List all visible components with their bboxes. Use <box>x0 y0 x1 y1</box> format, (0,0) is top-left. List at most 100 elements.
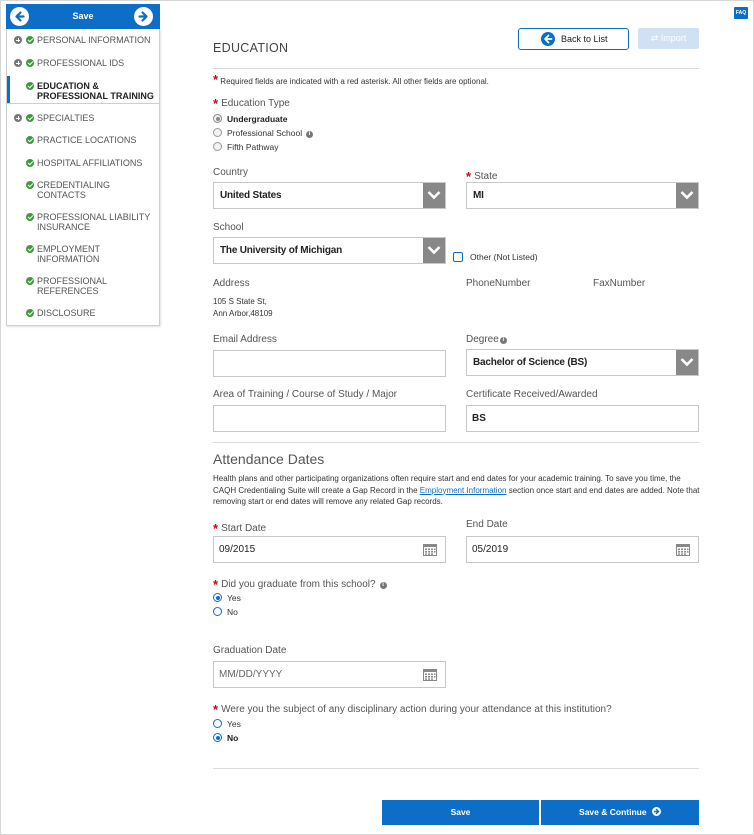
info-icon[interactable]: i <box>379 582 387 589</box>
degree-select[interactable]: Bachelor of Science (BS) <box>466 349 699 376</box>
area-label: Area of Training / Course of Study / Maj… <box>213 389 397 400</box>
expand-icon[interactable] <box>14 36 22 44</box>
education-type-option-label: Undergraduate <box>227 114 288 124</box>
chevron-down-icon[interactable] <box>423 238 445 263</box>
chevron-down-icon[interactable] <box>676 350 698 375</box>
sidebar-item-label: EMPLOYMENT INFORMATION <box>37 244 100 264</box>
previous-arrow-icon[interactable] <box>10 7 29 26</box>
import-button[interactable]: ⇄ Import <box>638 28 699 49</box>
graduation-date-label: Graduation Date <box>213 645 287 656</box>
calendar-icon[interactable] <box>423 668 437 681</box>
certificate-value: BS <box>472 413 486 424</box>
education-type-radio-professional[interactable] <box>213 128 222 137</box>
sidebar-item-label: CREDENTIALING CONTACTS <box>37 180 111 200</box>
chevron-down-icon[interactable] <box>423 183 445 208</box>
divider <box>213 442 699 443</box>
required-asterisk: * <box>213 72 219 87</box>
sidebar-item-label: PROFESSIONAL LIABILITY INSURANCE <box>37 212 151 232</box>
page-title: EDUCATION <box>213 41 289 55</box>
faq-button[interactable]: FAQ <box>734 7 748 19</box>
save-button[interactable]: Save <box>382 800 539 825</box>
address-line1: 105 S State St, <box>213 297 267 306</box>
required-asterisk: * <box>213 577 219 592</box>
end-date-field[interactable]: 05/2019 <box>466 536 699 563</box>
required-asterisk: * <box>213 702 219 717</box>
calendar-icon[interactable] <box>423 543 437 556</box>
disciplinary-radio-no[interactable] <box>213 733 222 742</box>
education-type-radio-undergraduate[interactable] <box>213 114 222 123</box>
education-type-radio-fifth-pathway[interactable] <box>213 142 222 151</box>
state-value: MI <box>473 190 484 201</box>
back-to-list-label: Back to List <box>561 34 608 44</box>
phone-label: PhoneNumber <box>466 278 531 289</box>
start-date-field[interactable]: 09/2015 <box>213 536 446 563</box>
save-and-continue-button[interactable]: Save & Continue <box>541 800 699 825</box>
required-asterisk: * <box>213 96 219 111</box>
education-type-option-label: Professional School <box>227 128 303 138</box>
state-select[interactable]: MI <box>466 182 699 209</box>
attendance-paragraph: Health plans and other participating org… <box>213 473 703 508</box>
disciplinary-radio-yes[interactable] <box>213 719 222 728</box>
end-date-label: End Date <box>466 519 508 530</box>
top-save-button[interactable]: Save <box>36 4 130 29</box>
check-circle-icon <box>26 114 34 122</box>
country-label: Country <box>213 167 249 178</box>
disciplinary-option-no: No <box>227 733 239 743</box>
fax-label: FaxNumber <box>593 278 646 289</box>
degree-label: Degree i <box>466 334 507 345</box>
check-circle-icon <box>26 245 34 253</box>
check-circle-icon <box>26 213 34 221</box>
other-not-listed-checkbox[interactable] <box>453 252 463 262</box>
email-label: Email Address <box>213 334 277 345</box>
info-icon[interactable]: i <box>499 337 507 344</box>
country-value: United States <box>220 190 282 201</box>
info-icon[interactable]: i <box>306 131 314 138</box>
start-date-label-text: Start Date <box>221 523 267 534</box>
sidebar-item-label: HOSPITAL AFFILIATIONS <box>37 158 143 168</box>
end-date-value: 05/2019 <box>472 544 509 555</box>
required-note: * Required fields are indicated with a r… <box>213 72 489 87</box>
sidebar-nav: PERSONAL INFORMATION PROFESSIONAL IDS ED… <box>6 29 160 326</box>
divider <box>213 768 699 769</box>
address-label: Address <box>213 278 250 289</box>
next-arrow-icon[interactable] <box>134 7 153 26</box>
certificate-label: Certificate Received/Awarded <box>466 389 598 400</box>
school-select[interactable]: The University of Michigan <box>213 237 446 264</box>
country-select[interactable]: United States <box>213 182 446 209</box>
check-circle-icon <box>26 181 34 189</box>
graduated-label: * Did you graduate from this school? i <box>213 575 387 592</box>
back-to-list-button[interactable]: Back to List <box>518 28 629 50</box>
calendar-icon[interactable] <box>676 543 690 556</box>
sidebar-item-label: PERSONAL INFORMATION <box>37 35 151 45</box>
certificate-field[interactable]: BS <box>466 405 699 432</box>
graduated-radio-yes[interactable] <box>213 593 222 602</box>
state-label: * State <box>466 167 498 184</box>
graduation-date-field[interactable]: MM/DD/YYYY <box>213 661 446 688</box>
education-type-option-professional: Professional School i <box>227 128 314 138</box>
address-line2: Ann Arbor,48109 <box>213 309 273 318</box>
area-field[interactable] <box>213 405 446 432</box>
disciplinary-label: * Were you the subject of any disciplinar… <box>213 700 612 717</box>
start-date-label: * Start Date <box>213 519 267 536</box>
expand-icon[interactable] <box>14 114 22 122</box>
school-value: The University of Michigan <box>220 245 343 256</box>
expand-icon[interactable] <box>14 59 22 67</box>
email-field[interactable] <box>213 350 446 377</box>
check-circle-icon <box>26 36 34 44</box>
state-label-text: State <box>474 171 498 182</box>
graduated-label-text: Did you graduate from this school? <box>221 579 376 590</box>
chevron-down-icon[interactable] <box>676 183 698 208</box>
sidebar-item-label: PROFESSIONAL REFERENCES <box>37 276 107 296</box>
disciplinary-label-text: Were you the subject of any disciplinary… <box>221 704 612 715</box>
graduation-date-placeholder: MM/DD/YYYY <box>219 669 283 680</box>
sidebar-item-label: EDUCATION & PROFESSIONAL TRAINING <box>37 81 154 101</box>
graduated-option-yes: Yes <box>227 593 241 603</box>
graduated-radio-no[interactable] <box>213 607 222 616</box>
start-date-value: 09/2015 <box>219 544 256 555</box>
employment-information-link[interactable]: Employment Information <box>420 486 507 495</box>
required-note-text: Required fields are indicated with a red… <box>220 77 489 86</box>
page-frame: Save PERSONAL INFORMATION PROFESSIONAL I… <box>0 0 754 835</box>
check-circle-icon <box>26 82 34 90</box>
attendance-heading: Attendance Dates <box>213 451 325 467</box>
sidebar-item-label: DISCLOSURE <box>37 308 96 318</box>
